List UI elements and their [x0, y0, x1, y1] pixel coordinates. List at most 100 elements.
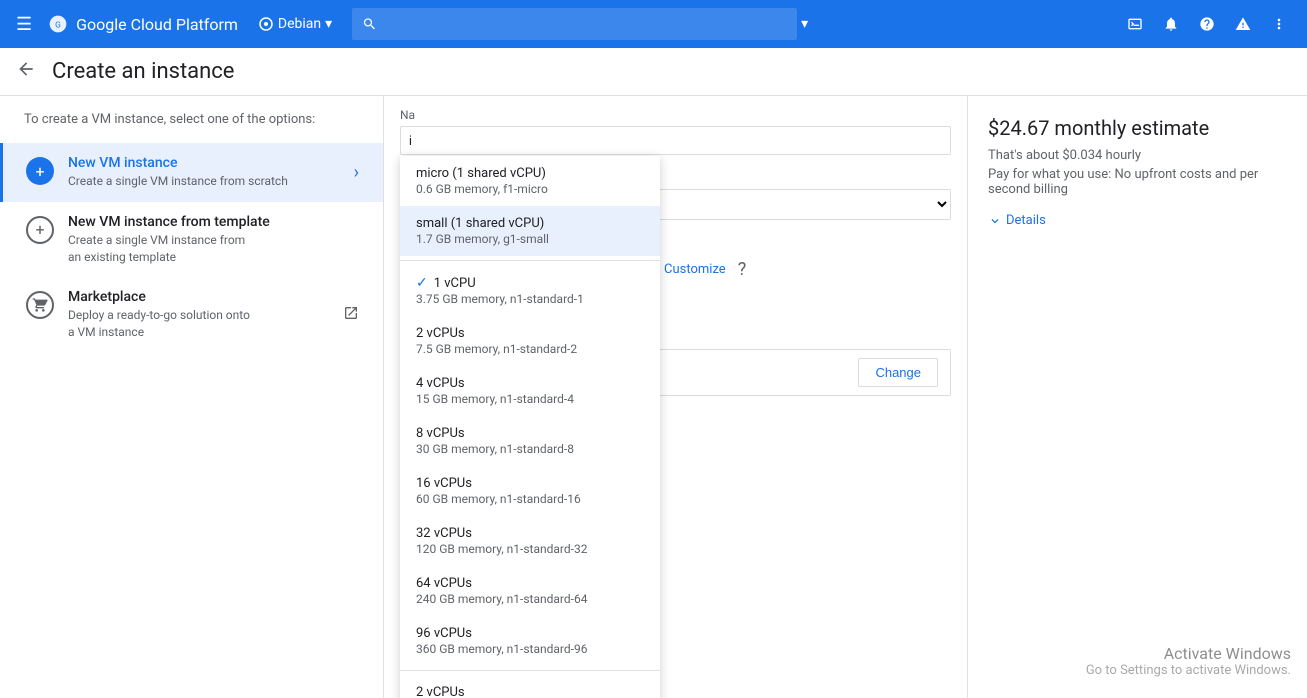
project-icon: [258, 16, 274, 32]
cloud-shell-icon[interactable]: [1119, 8, 1151, 40]
name-row: Na: [400, 108, 951, 155]
dropdown-divider-2: [400, 670, 660, 671]
dropdown-item-highmem-2vcpu[interactable]: 2 vCPUs 13 GB memory, n1-highmem-2: [400, 675, 660, 698]
dropdown-item-micro[interactable]: micro (1 shared vCPU) 0.6 GB memory, f1-…: [400, 156, 660, 206]
question-icon: [1199, 15, 1215, 33]
dropdown-item-16vcpu-sub: 60 GB memory, n1-standard-16: [416, 492, 644, 506]
new-vm-template-icon: +: [24, 214, 56, 246]
help-tooltip-icon[interactable]: ?: [738, 259, 747, 280]
sidebar: To create a VM instance, select one of t…: [0, 96, 384, 698]
dropdown-item-2vcpu-title: 2 vCPUs: [416, 326, 644, 341]
dropdown-item-32vcpu-sub: 120 GB memory, n1-standard-32: [416, 542, 644, 556]
name-label: Na: [400, 108, 951, 122]
dropdown-item-2vcpu-sub: 7.5 GB memory, n1-standard-2: [416, 342, 644, 356]
dropdown-item-small-sub: 1.7 GB memory, g1-small: [416, 232, 644, 246]
dropdown-item-highmem-2vcpu-title: 2 vCPUs: [416, 685, 644, 698]
dropdown-item-16vcpu-title: 16 vCPUs: [416, 476, 644, 491]
new-vm-icon-circle: +: [26, 157, 54, 185]
dropdown-item-2vcpu[interactable]: 2 vCPUs 7.5 GB memory, n1-standard-2: [400, 316, 660, 366]
windows-watermark: Activate Windows Go to Settings to activ…: [1086, 644, 1291, 678]
app-logo: G Google Cloud Platform: [48, 14, 238, 34]
dropdown-item-4vcpu[interactable]: 4 vCPUs 15 GB memory, n1-standard-4: [400, 366, 660, 416]
dropdown-item-micro-title: micro (1 shared vCPU): [416, 166, 644, 181]
name-input[interactable]: [400, 126, 951, 155]
search-input[interactable]: [385, 16, 787, 32]
windows-activate-title: Activate Windows: [1086, 644, 1291, 663]
machine-type-dropdown: micro (1 shared vCPU) 0.6 GB memory, f1-…: [400, 156, 660, 698]
marketplace-title: Marketplace: [68, 289, 343, 305]
cart-icon: [32, 297, 48, 313]
alerts-icon[interactable]: [1227, 8, 1259, 40]
details-link[interactable]: Details: [988, 213, 1287, 228]
windows-activate-subtitle: Go to Settings to activate Windows.: [1086, 663, 1291, 678]
marketplace-icon-circle: [26, 291, 54, 319]
dropdown-item-1vcpu-sub: 3.75 GB memory, n1-standard-1: [416, 292, 644, 306]
vertical-dots-icon: [1271, 15, 1287, 33]
dropdown-item-4vcpu-title: 4 vCPUs: [416, 376, 644, 391]
change-button[interactable]: Change: [858, 358, 938, 387]
dropdown-item-16vcpu[interactable]: 16 vCPUs 60 GB memory, n1-standard-16: [400, 466, 660, 516]
new-vm-desc: Create a single VM instance from scratch: [68, 173, 346, 190]
search-container: ▾: [352, 8, 812, 40]
dropdown-item-64vcpu-sub: 240 GB memory, n1-standard-64: [416, 592, 644, 606]
dropdown-item-4vcpu-sub: 15 GB memory, n1-standard-4: [416, 392, 644, 406]
bell-icon: [1163, 15, 1179, 33]
dropdown-item-32vcpu[interactable]: 32 vCPUs 120 GB memory, n1-standard-32: [400, 516, 660, 566]
back-button[interactable]: [16, 59, 36, 84]
gcp-logo-icon: G: [48, 14, 68, 34]
dropdown-item-small[interactable]: small (1 shared vCPU) 1.7 GB memory, g1-…: [400, 206, 660, 256]
help-icon[interactable]: [1191, 8, 1223, 40]
new-vm-arrow: ›: [354, 162, 359, 183]
details-expand-icon: [988, 214, 1002, 228]
dropdown-item-1vcpu[interactable]: ✓ 1 vCPU 3.75 GB memory, n1-standard-1: [400, 265, 660, 316]
page-header: Create an instance: [0, 48, 1307, 96]
new-vm-icon: +: [24, 155, 56, 187]
marketplace-desc: Deploy a ready-to-go solution ontoa VM i…: [68, 307, 343, 341]
svg-text:G: G: [55, 20, 61, 30]
dropdown-item-8vcpu-sub: 30 GB memory, n1-standard-8: [416, 442, 644, 456]
top-nav: ☰ G Google Cloud Platform Debian ▾ ▾: [0, 0, 1307, 48]
sidebar-item-new-vm[interactable]: + New VM instance Create a single VM ins…: [0, 143, 383, 202]
dropdown-divider-1: [400, 260, 660, 261]
search-icon: [362, 16, 377, 32]
marketplace-external-icon: [343, 305, 359, 325]
more-options-icon[interactable]: [1263, 8, 1295, 40]
notification-icon[interactable]: [1155, 8, 1187, 40]
dropdown-item-8vcpu-title: 8 vCPUs: [416, 426, 644, 441]
sidebar-item-new-vm-template[interactable]: + New VM instance from template Create a…: [0, 202, 383, 278]
nav-icons: [1119, 8, 1295, 40]
search-box[interactable]: [352, 8, 797, 40]
dropdown-item-96vcpu[interactable]: 96 vCPUs 360 GB memory, n1-standard-96: [400, 616, 660, 666]
hamburger-icon[interactable]: ☰: [12, 10, 36, 39]
project-selector[interactable]: Debian ▾: [258, 16, 332, 32]
new-vm-title: New VM instance: [68, 155, 346, 171]
new-vm-text: New VM instance Create a single VM insta…: [68, 155, 346, 190]
new-vm-template-desc: Create a single VM instance froman exist…: [68, 232, 359, 266]
terminal-icon: [1127, 15, 1143, 33]
content-area: Na Re us-east1-b Ma 1 vCPU Customize: [384, 96, 967, 698]
dropdown-item-32vcpu-title: 32 vCPUs: [416, 526, 644, 541]
dropdown-item-96vcpu-title: 96 vCPUs: [416, 626, 644, 641]
new-vm-template-text: New VM instance from template Create a s…: [68, 214, 359, 266]
cost-note: Pay for what you use: No upfront costs a…: [988, 167, 1287, 197]
new-vm-template-title: New VM instance from template: [68, 214, 359, 230]
search-dropdown-arrow[interactable]: ▾: [797, 12, 812, 36]
dropdown-item-8vcpu[interactable]: 8 vCPUs 30 GB memory, n1-standard-8: [400, 416, 660, 466]
back-arrow-icon: [16, 59, 36, 79]
dropdown-item-64vcpu[interactable]: 64 vCPUs 240 GB memory, n1-standard-64: [400, 566, 660, 616]
right-panel: $24.67 monthly estimate That's about $0.…: [967, 96, 1307, 698]
marketplace-icon-wrap: [24, 289, 56, 321]
new-vm-template-icon-circle: +: [26, 216, 54, 244]
details-label: Details: [1006, 213, 1046, 228]
sidebar-intro: To create a VM instance, select one of t…: [0, 112, 383, 143]
cost-estimate: $24.67 monthly estimate: [988, 116, 1287, 140]
dropdown-item-1vcpu-title: ✓ 1 vCPU: [416, 275, 644, 291]
customize-link[interactable]: Customize: [664, 262, 726, 277]
page-title: Create an instance: [52, 59, 234, 84]
dropdown-item-64vcpu-title: 64 vCPUs: [416, 576, 644, 591]
marketplace-text: Marketplace Deploy a ready-to-go solutio…: [68, 289, 343, 341]
warning-icon: [1235, 15, 1251, 33]
dropdown-item-96vcpu-sub: 360 GB memory, n1-standard-96: [416, 642, 644, 656]
dropdown-item-small-title: small (1 shared vCPU): [416, 216, 644, 231]
sidebar-item-marketplace[interactable]: Marketplace Deploy a ready-to-go solutio…: [0, 277, 383, 353]
